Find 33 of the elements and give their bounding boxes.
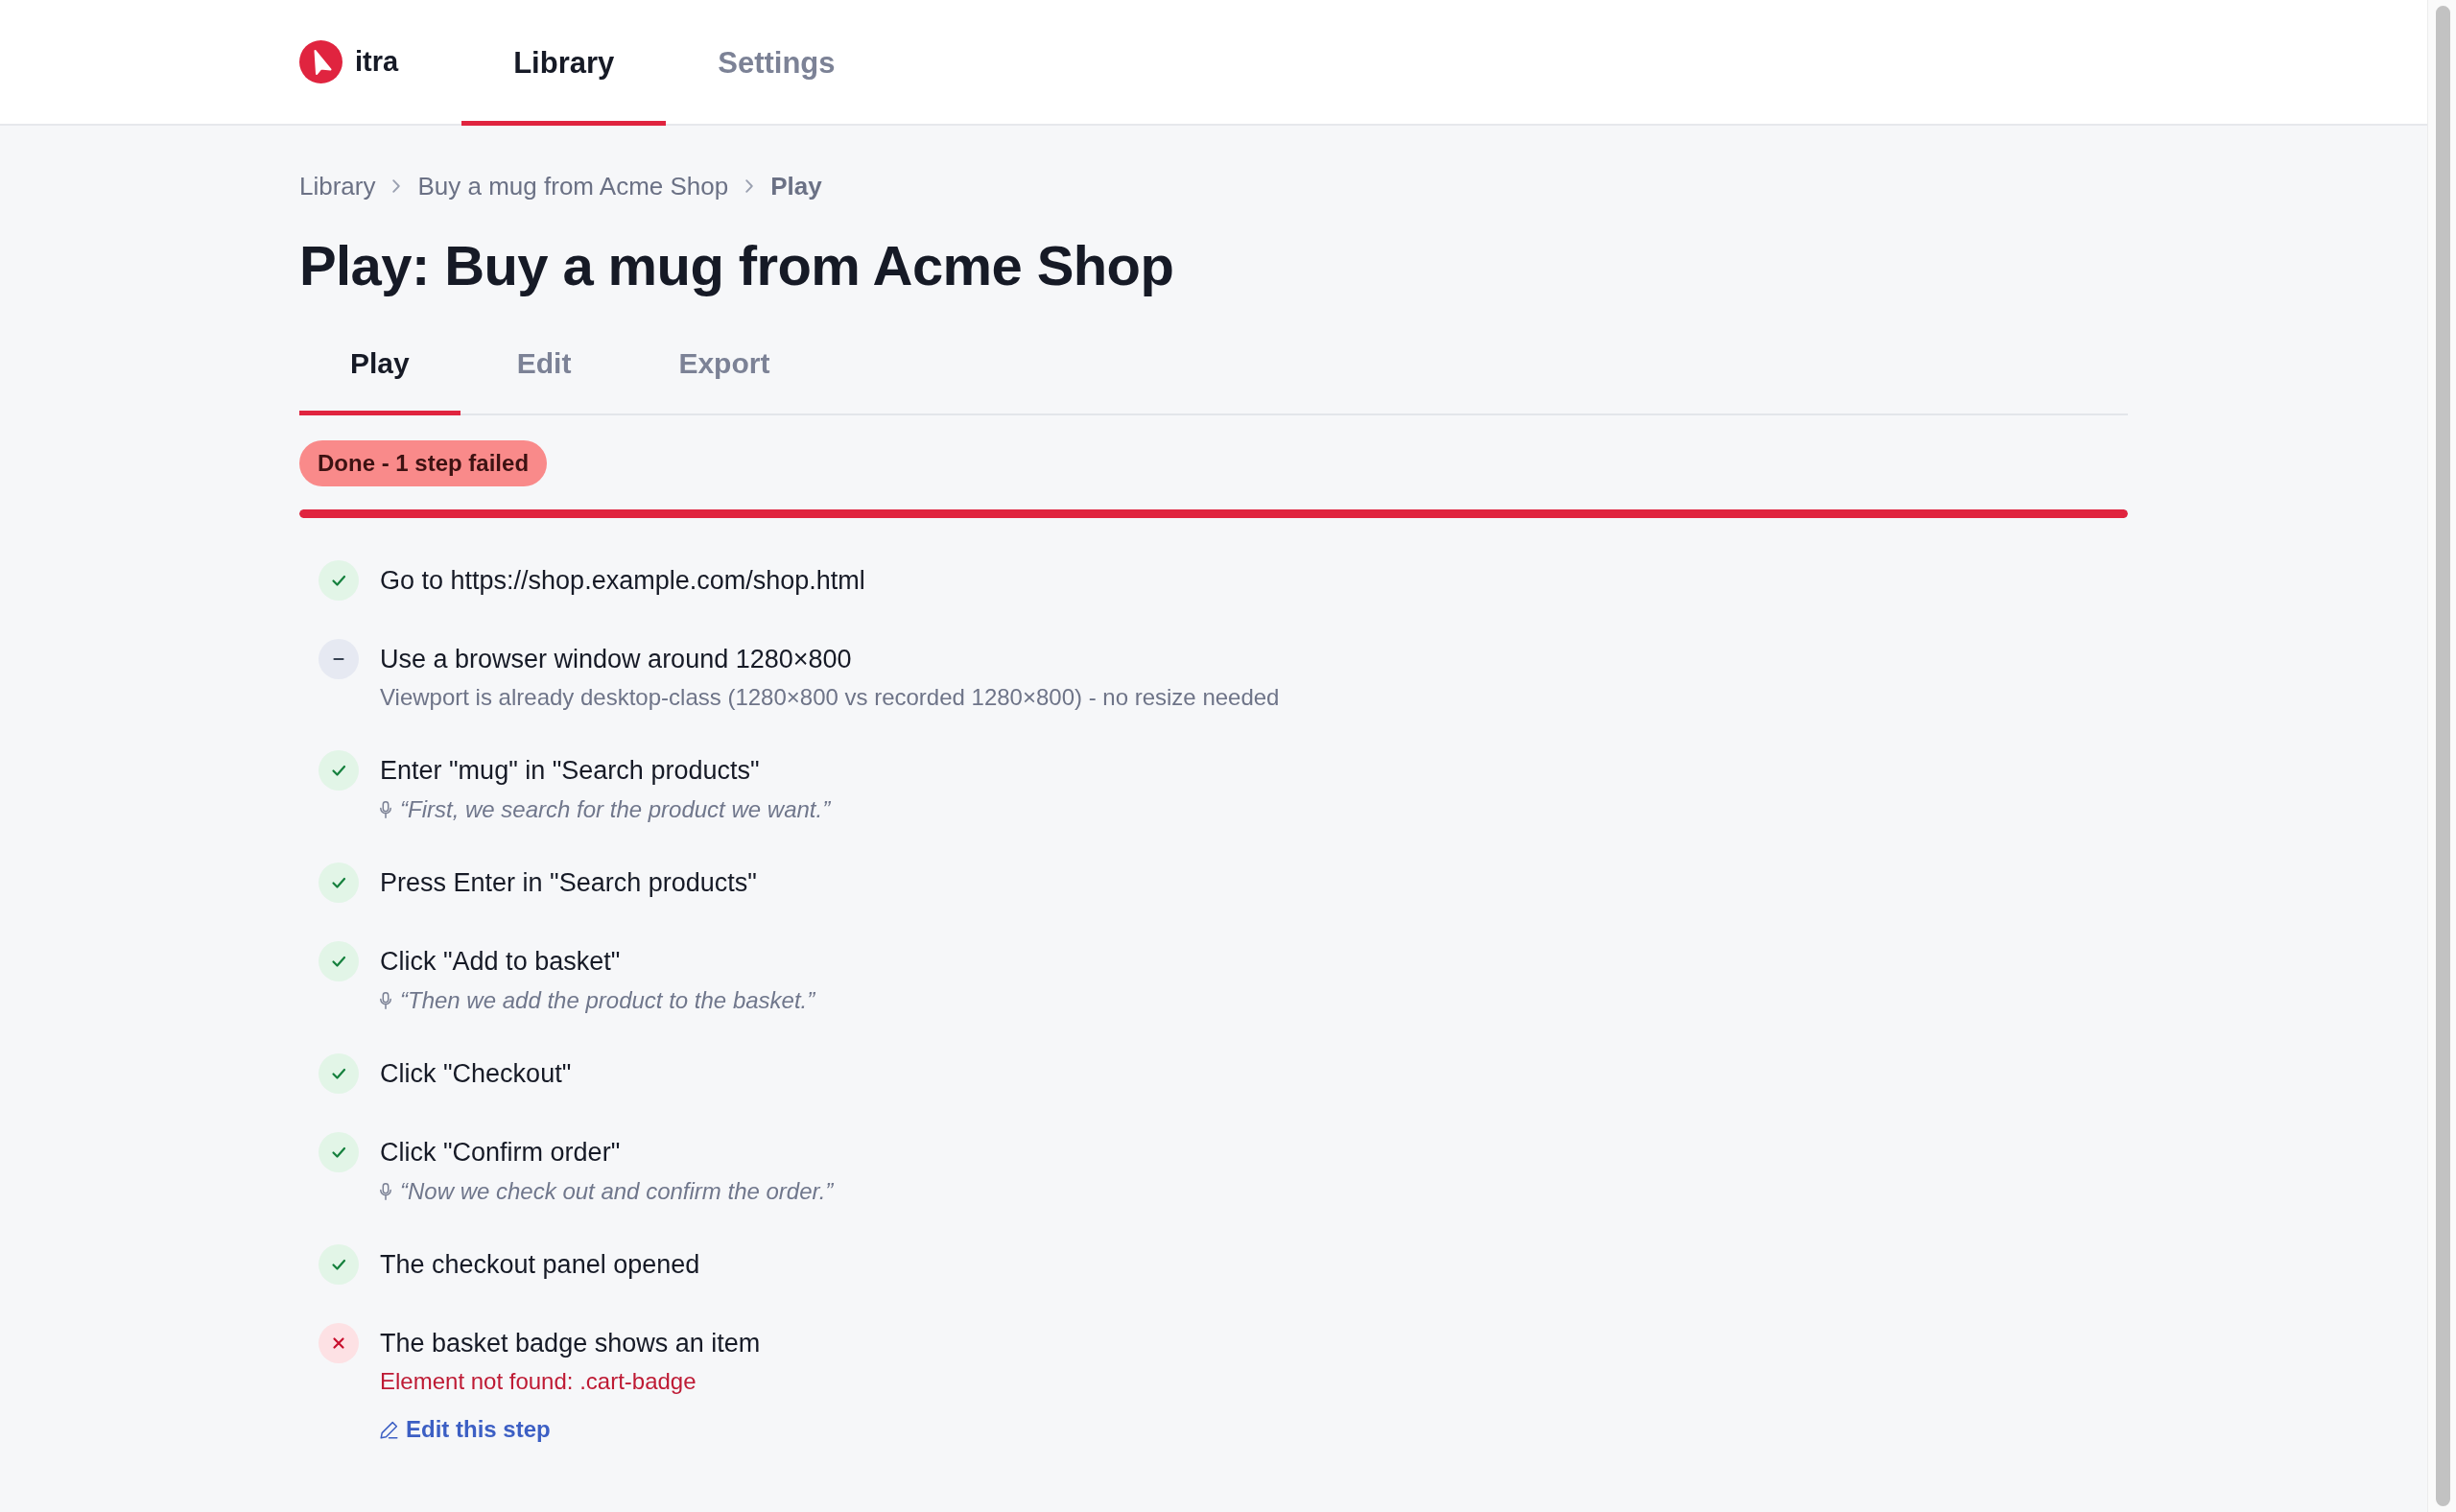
step-title: Enter "mug" in "Search products" [380, 755, 760, 787]
microphone-icon [380, 800, 391, 818]
logo-icon [299, 40, 342, 83]
tab[interactable]: Export [627, 329, 821, 415]
narration-text: “Then we add the product to the basket.” [400, 986, 815, 1015]
narration-text: “First, we search for the product we want.” [400, 795, 831, 824]
step-note: Viewport is already desktop-class (1280×800 vs recorded 1280×800) - no resize needed [380, 683, 1280, 712]
tab[interactable]: Play [299, 329, 460, 415]
step-title: The checkout panel opened [380, 1249, 700, 1281]
step-title: Press Enter in "Search products" [380, 867, 757, 899]
chevron-right-icon [392, 179, 401, 193]
tab[interactable]: Edit [465, 329, 623, 415]
microphone-icon [380, 1182, 391, 1200]
step-title: Click "Add to basket" [380, 946, 621, 978]
step-title: The basket badge shows an item [380, 1328, 761, 1359]
error-message: Element not found: .cart-badge [380, 1367, 697, 1396]
step-title: Click "Confirm order" [380, 1137, 621, 1169]
step-title: Click "Checkout" [380, 1058, 572, 1090]
step-title: Go to https://shop.example.com/shop.html [380, 565, 865, 597]
page-title: Play: Buy a mug from Acme Shop [299, 233, 1175, 298]
status-badge: Done - 1 step failed [299, 440, 548, 486]
pencil-icon [380, 1420, 398, 1439]
edit-step-link[interactable]: Edit this step [380, 1414, 551, 1445]
nav-tab[interactable]: Settings [666, 0, 887, 126]
step-title: Use a browser window around 1280×800 [380, 644, 852, 675]
breadcrumb-current-text: Play [770, 171, 822, 202]
scrollbar-thumb[interactable] [2436, 6, 2450, 1506]
narration-text: “Now we check out and confirm the order.” [400, 1177, 834, 1206]
microphone-icon [380, 991, 391, 1009]
brand-name: itra [355, 46, 399, 78]
breadcrumb-link[interactable]: Buy a mug from Acme Shop [417, 169, 729, 203]
chevron-right-icon [745, 179, 754, 193]
breadcrumb-link[interactable]: Library [299, 169, 376, 203]
